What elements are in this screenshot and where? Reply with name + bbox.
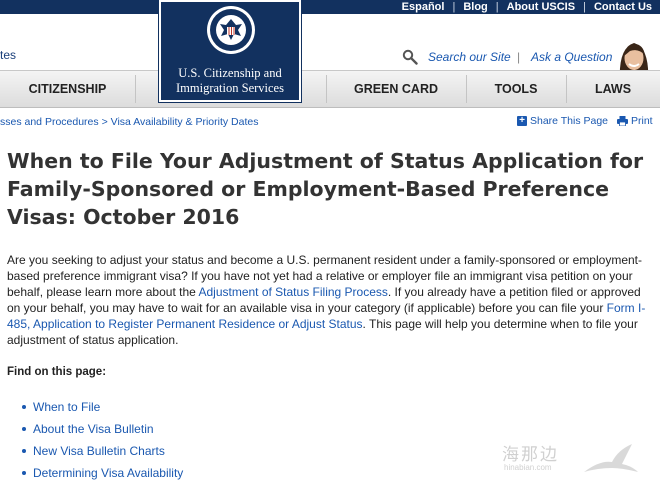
plus-icon: + [517,116,527,126]
top-utility-bar: Español | Blog | About USCIS | Contact U… [0,0,660,14]
page-toc: When to File About the Visa Bulletin New… [22,399,183,487]
toc-link-when-to-file[interactable]: When to File [33,400,100,414]
toc-link-determining-visa-availability[interactable]: Determining Visa Availability [33,466,183,480]
intro-paragraph: Are you seeking to adjust your status an… [7,252,652,348]
list-item: About the Visa Bulletin [22,421,183,443]
uscis-logo[interactable]: U.S. Citizenship and Immigration Service… [159,0,301,102]
nav-green-card[interactable]: GREEN CARD [326,71,466,107]
share-label: Share This Page [530,115,609,127]
espanol-link[interactable]: Español [394,0,453,14]
site-tagline: tes [0,48,17,62]
contact-us-link[interactable]: Contact Us [586,0,660,14]
list-item: When to File [22,399,183,421]
print-label: Print [631,115,653,127]
print-button[interactable]: Print [617,115,653,127]
breadcrumb-current[interactable]: Visa Availability & Priority Dates [111,116,259,128]
site-header: tes Search our Site | Ask a Question [0,14,660,82]
breadcrumb: sses and Procedures > Visa Availability … [0,116,258,128]
nav-laws[interactable]: LAWS [566,71,660,107]
breadcrumb-separator: > [101,116,108,128]
nav-citizenship[interactable]: CITIZENSHIP [0,71,135,107]
share-button[interactable]: + Share This Page [517,115,608,127]
watermark-subtext: hinabian.com [504,463,552,472]
ask-question-link[interactable]: Ask a Question [531,50,612,64]
main-nav: CITIZENSHIP GREEN CARD TOOLS LAWS [0,70,660,108]
logo-text-line2: Immigration Services [176,81,284,95]
nav-tools[interactable]: TOOLS [466,71,566,107]
watermark: 海那边 hinabian.com [500,440,660,490]
nav-divider [135,75,136,103]
find-on-page-heading: Find on this page: [7,366,107,378]
utility-nav: Español | Blog | About USCIS | Contact U… [394,0,660,14]
toc-link-about-visa-bulletin[interactable]: About the Visa Bulletin [33,422,154,436]
printer-icon [617,116,628,126]
search-icon[interactable] [402,49,418,65]
list-item: New Visa Bulletin Charts [22,443,183,465]
list-item: Determining Visa Availability [22,465,183,487]
blog-link[interactable]: Blog [455,0,495,14]
search-site-link[interactable]: Search our Site [428,50,511,64]
toc-link-new-visa-bulletin-charts[interactable]: New Visa Bulletin Charts [33,444,165,458]
adjustment-filing-process-link[interactable]: Adjustment of Status Filing Process [198,285,387,299]
header-separator: | [517,50,521,64]
page-title: When to File Your Adjustment of Status A… [7,149,644,229]
watermark-text: 海那边 [502,445,559,465]
bird-icon [584,444,638,472]
breadcrumb-parent[interactable]: sses and Procedures [0,116,99,128]
about-uscis-link[interactable]: About USCIS [499,0,583,14]
dhs-seal-icon [207,6,255,54]
logo-text-line1: U.S. Citizenship and [178,66,282,80]
